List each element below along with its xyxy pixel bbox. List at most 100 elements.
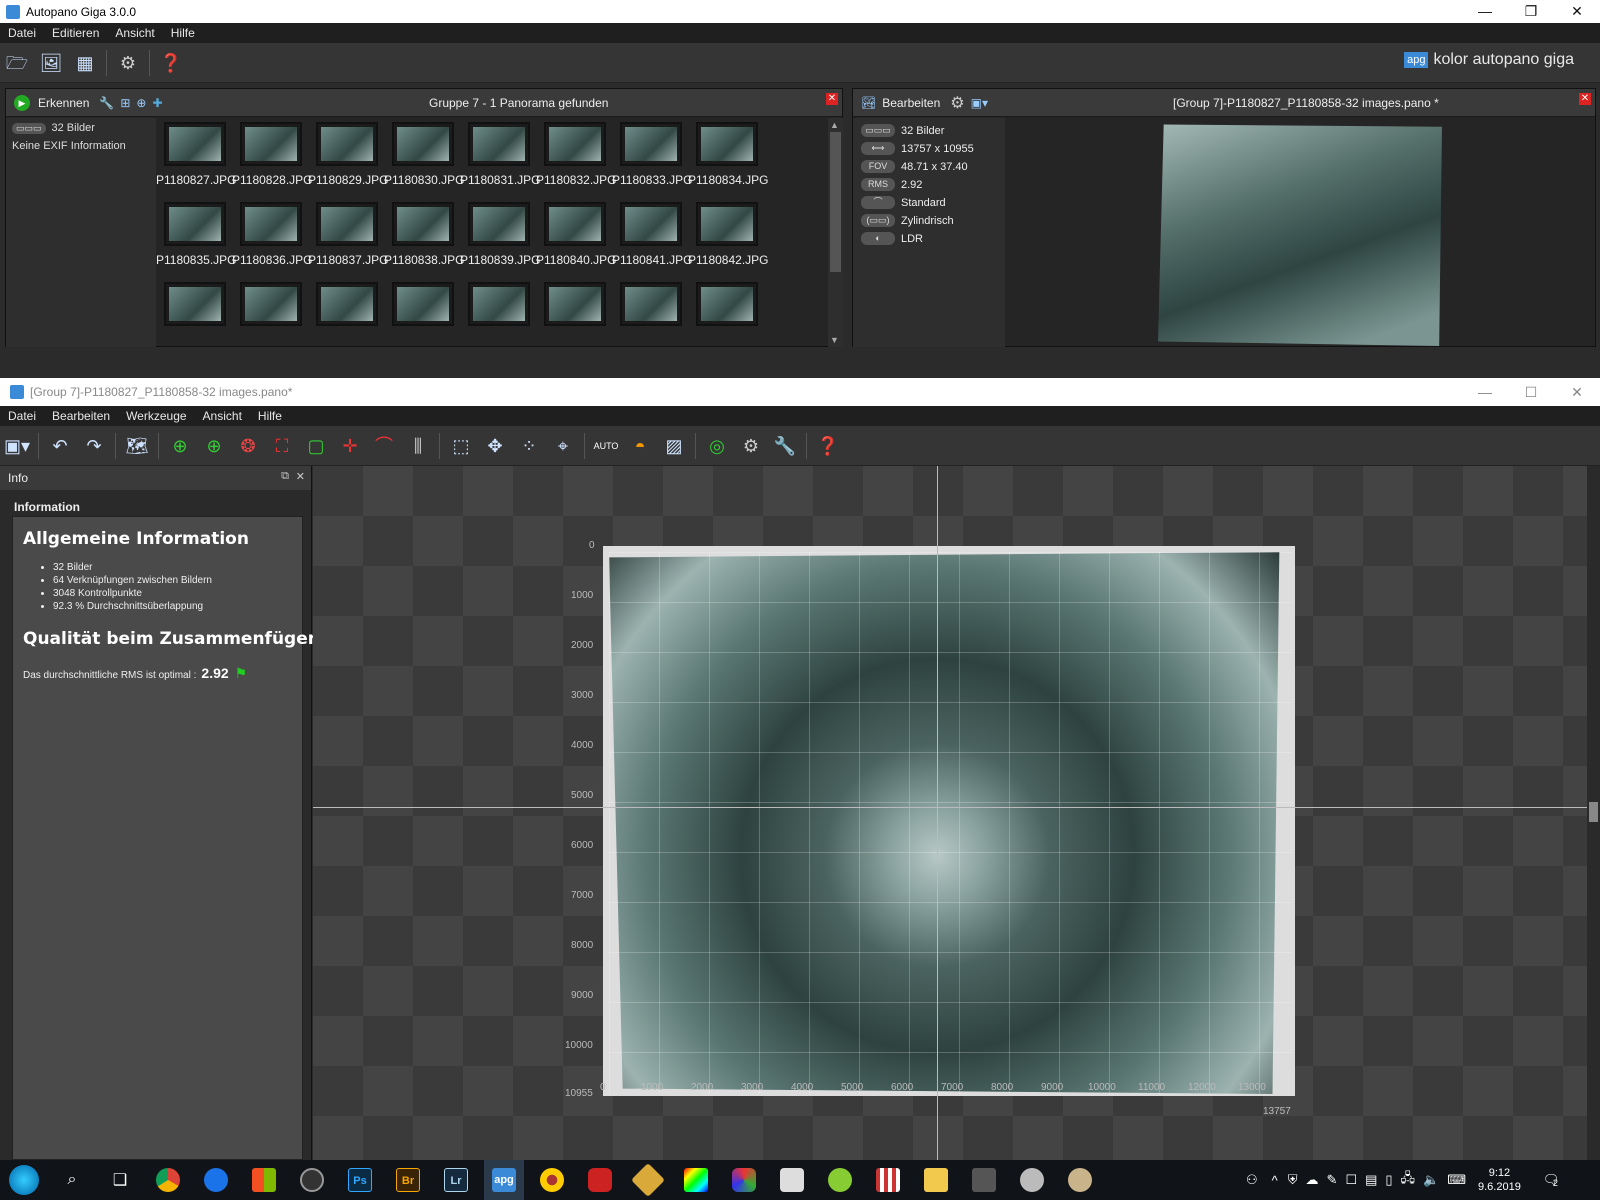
vertical-lines-icon[interactable]: ⫼ xyxy=(403,431,433,461)
rotate-3d-icon[interactable]: ❂ xyxy=(233,431,263,461)
redo-icon[interactable]: ↷ xyxy=(79,431,109,461)
thunderbird-icon[interactable] xyxy=(196,1160,236,1200)
thumbnail-image[interactable] xyxy=(164,282,226,326)
thumbnail-image[interactable] xyxy=(316,282,378,326)
tray-icon-1[interactable]: ☁ xyxy=(1306,1172,1319,1188)
store-icon[interactable] xyxy=(244,1160,284,1200)
people-icon[interactable]: ⚇ xyxy=(1246,1172,1258,1188)
editor-menu-ansicht[interactable]: Ansicht xyxy=(203,409,242,423)
horizon-icon[interactable]: ⌒ xyxy=(369,431,399,461)
undock-icon[interactable]: ⧉ xyxy=(281,470,289,483)
render-icon[interactable]: ▣▾ xyxy=(2,431,32,461)
editor-maximize-button[interactable]: ☐ xyxy=(1508,378,1554,406)
pano-preview-image[interactable] xyxy=(1158,124,1442,346)
pano-panel-close-icon[interactable]: ✕ xyxy=(1579,93,1591,105)
color-correction-icon[interactable]: ▨ xyxy=(659,431,689,461)
task-view-icon[interactable]: ❑ xyxy=(100,1160,140,1200)
clock[interactable]: 9:12 9.6.2019 xyxy=(1478,1166,1521,1194)
tray-icon-2[interactable]: ✎ xyxy=(1327,1172,1338,1188)
import-images-icon[interactable]: 🖼 xyxy=(36,48,66,78)
editor-menu-bearbeiten[interactable]: Bearbeiten xyxy=(52,409,110,423)
grid-app-icon[interactable] xyxy=(868,1160,908,1200)
control-points-icon[interactable]: ⁘ xyxy=(514,431,544,461)
green-app-icon[interactable] xyxy=(820,1160,860,1200)
thumbnail-image[interactable] xyxy=(696,202,758,246)
tray-icon-3[interactable]: ☐ xyxy=(1345,1172,1357,1188)
editor-menu-werkzeuge[interactable]: Werkzeuge xyxy=(126,409,186,423)
menu-datei[interactable]: Datei xyxy=(8,26,36,40)
thumbnail-scrollbar[interactable]: ▼ ▲ xyxy=(828,118,843,347)
target-icon[interactable]: ⌖ xyxy=(548,431,578,461)
photoshop-icon[interactable]: Ps xyxy=(340,1160,380,1200)
editor-menu-hilfe[interactable]: Hilfe xyxy=(258,409,282,423)
editor-help-icon[interactable]: ❓ xyxy=(813,431,843,461)
add-image-icon[interactable]: ⊞ xyxy=(120,96,130,110)
undo-icon[interactable]: ↶ xyxy=(45,431,75,461)
thumbnail-image[interactable] xyxy=(316,122,378,166)
detect-button[interactable]: Erkennen xyxy=(38,96,89,110)
panorama-canvas[interactable]: 13757 0 1000 2000 3000 4000 5000 6000 7000 8000 9… xyxy=(313,466,1587,1160)
thumbnail-image[interactable] xyxy=(544,122,606,166)
move-icon[interactable]: ✥ xyxy=(480,431,510,461)
wrench-icon[interactable]: 🔧 xyxy=(99,96,114,110)
canvas-scrollbar[interactable] xyxy=(1587,466,1600,1160)
keyboard-icon[interactable]: ⌨ xyxy=(1447,1172,1466,1188)
edit-button[interactable]: Bearbeiten xyxy=(882,96,940,110)
start-button[interactable] xyxy=(4,1160,44,1200)
thumbnail-image[interactable] xyxy=(696,282,758,326)
chrome-icon[interactable] xyxy=(148,1160,188,1200)
close-button[interactable]: ✕ xyxy=(1554,0,1600,23)
crop-icon[interactable]: ▢ xyxy=(301,431,331,461)
thumbnail-image[interactable] xyxy=(620,122,682,166)
preview-icon[interactable]: ◎ xyxy=(702,431,732,461)
editor-minimize-button[interactable]: — xyxy=(1462,378,1508,406)
fit-icon[interactable]: ⛶ xyxy=(267,431,297,461)
editor-close-button[interactable]: ✕ xyxy=(1554,378,1600,406)
network-icon[interactable]: 🖧 xyxy=(1401,1169,1416,1191)
search-icon[interactable]: ⌕ xyxy=(52,1160,92,1200)
thumbnail-image[interactable] xyxy=(164,122,226,166)
puzzle-icon[interactable]: ✚ xyxy=(152,96,162,110)
editor-menu-datei[interactable]: Datei xyxy=(8,409,36,423)
thumbnail-image[interactable] xyxy=(240,282,302,326)
editor-wrench-icon[interactable]: 🔧 xyxy=(770,431,800,461)
panorama-edit-icon[interactable]: 🏞 xyxy=(861,96,876,110)
center-point-icon[interactable]: ⊕ xyxy=(199,431,229,461)
play-detect-icon[interactable]: ▶ xyxy=(14,94,30,111)
thumbnail-image[interactable] xyxy=(468,202,530,246)
thumbnail-image[interactable] xyxy=(696,122,758,166)
panorama-view-icon[interactable]: 🗺 xyxy=(122,431,152,461)
batch-icon[interactable]: ▦ xyxy=(70,48,100,78)
thumbnail-image[interactable] xyxy=(468,282,530,326)
horizon-guide[interactable] xyxy=(313,807,1587,808)
thumbnail-image[interactable] xyxy=(392,122,454,166)
thumbnail-image[interactable] xyxy=(544,202,606,246)
render-dropdown-icon[interactable]: ▣▾ xyxy=(971,96,988,110)
editor-gear-icon[interactable]: ⚙ xyxy=(736,431,766,461)
menu-editieren[interactable]: Editieren xyxy=(52,26,99,40)
lightroom-icon[interactable]: Lr xyxy=(436,1160,476,1200)
battery-icon[interactable]: ▯ xyxy=(1385,1172,1392,1188)
center-icon[interactable]: ⊕ xyxy=(165,431,195,461)
puzzle-app-icon[interactable] xyxy=(580,1160,620,1200)
color-wheel-icon[interactable]: ◓ xyxy=(625,431,655,461)
thumbnail-image[interactable] xyxy=(164,202,226,246)
thumbnail-image[interactable] xyxy=(240,122,302,166)
add-group-icon[interactable]: ⊕ xyxy=(136,96,146,110)
gold-app-icon[interactable] xyxy=(628,1160,668,1200)
thumbnail-image[interactable] xyxy=(240,202,302,246)
cloud-app-icon[interactable] xyxy=(1012,1160,1052,1200)
thumbnail-image[interactable] xyxy=(544,282,606,326)
thumbnail-image[interactable] xyxy=(392,202,454,246)
group-panel-close-icon[interactable]: ✕ xyxy=(826,93,838,105)
gear-app-icon[interactable] xyxy=(772,1160,812,1200)
menu-hilfe[interactable]: Hilfe xyxy=(171,26,195,40)
settings-gear-icon[interactable]: ⚙ xyxy=(113,48,143,78)
import-folder-icon[interactable]: 🗁 xyxy=(2,48,32,78)
cube-app-icon[interactable] xyxy=(724,1160,764,1200)
notification-icon[interactable]: 🗨 2 xyxy=(1543,1172,1560,1188)
info-tab[interactable]: Info xyxy=(8,471,28,485)
panel-gear-icon[interactable]: ⚙ xyxy=(950,93,964,113)
vertical-line-icon[interactable]: ✛ xyxy=(335,431,365,461)
volume-icon[interactable]: 🔈 xyxy=(1423,1172,1439,1188)
